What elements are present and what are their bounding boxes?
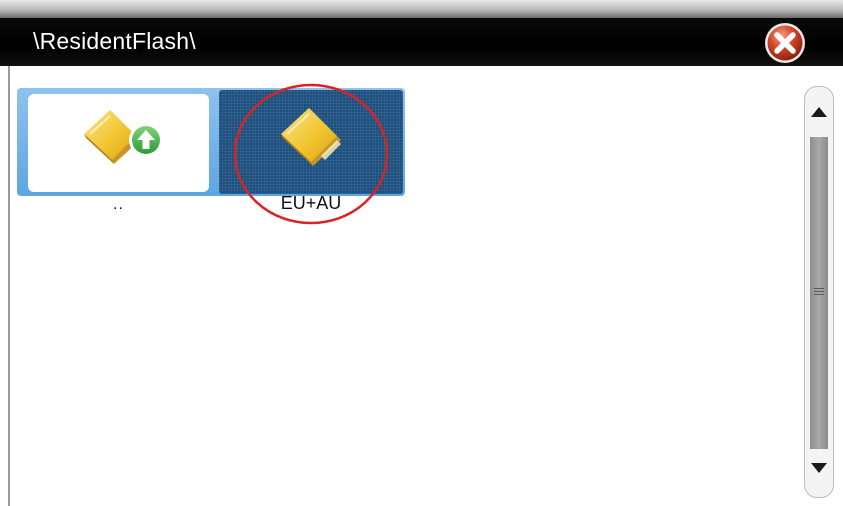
folder-label-eu-au: EU+AU	[280, 193, 342, 213]
close-button[interactable]	[760, 20, 810, 66]
window-top-bevel	[0, 0, 843, 18]
parent-folder-tile[interactable]	[28, 94, 209, 192]
scroll-thumb[interactable]	[810, 139, 828, 447]
arrow-down-icon	[811, 463, 827, 473]
close-icon	[765, 23, 805, 63]
title-bar: \ResidentFlash\	[0, 18, 843, 66]
scroll-up-button[interactable]	[805, 95, 833, 129]
thumb-grip-line	[814, 288, 824, 289]
parent-folder-label: ..	[113, 196, 124, 213]
folder-icon	[281, 108, 341, 166]
thumb-grip-line	[814, 291, 824, 292]
scroll-down-button[interactable]	[805, 449, 833, 483]
vertical-scrollbar[interactable]	[804, 86, 834, 498]
folder-tile-eu-au[interactable]	[219, 90, 403, 194]
folder-up-icon	[84, 110, 163, 164]
path-title: \ResidentFlash\	[33, 28, 196, 54]
arrow-up-icon	[811, 107, 827, 117]
file-browser-window: \ResidentFlash\ .. EU+AU	[0, 0, 843, 506]
thumb-grip-line	[814, 294, 824, 295]
